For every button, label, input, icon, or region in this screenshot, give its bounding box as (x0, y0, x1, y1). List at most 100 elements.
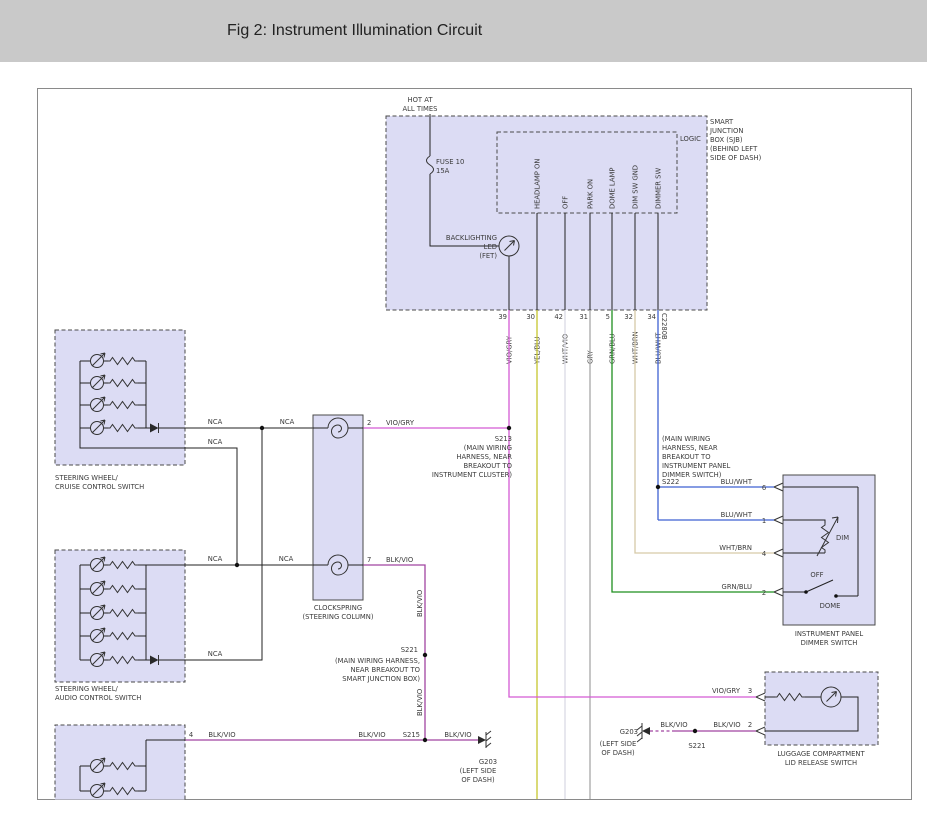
s221-note-line: NEAR BREAKOUT TO (351, 666, 420, 674)
figure-page: Fig 2: Instrument Illumination Circuit L… (0, 0, 927, 816)
logic-pin-label: DIMMER SW (655, 168, 663, 209)
s221-note-line: (MAIN WIRING HARNESS, (335, 657, 420, 665)
cruise-box (55, 330, 185, 465)
terminal-arrow-icon (774, 549, 783, 557)
logic-pin-label: DOME LAMP (609, 168, 617, 209)
nca-wires (185, 428, 313, 660)
sjb-name-line: SIDE OF DASH) (710, 154, 762, 162)
ground-note-line: OF DASH) (601, 749, 635, 757)
clockspring-pin-number: 2 (367, 419, 371, 427)
s221-label: S221 (688, 742, 705, 750)
wire-blk-vio (185, 565, 756, 740)
nca-label: NCA (280, 418, 295, 426)
wire-color-label: BLK/VIO (713, 721, 740, 729)
wire-color-label: BLU/WHT (721, 478, 753, 486)
audio-label-line: STEERING WHEEL/ (55, 685, 119, 693)
terminal-arrow-icon (774, 483, 783, 491)
wire-color-label: BLK/VIO (208, 731, 235, 739)
luggage-label-line: LID RELEASE SWITCH (785, 759, 857, 767)
blkvio-vertical-label: BLK/VIO (416, 689, 424, 716)
nca-label: NCA (208, 555, 223, 563)
wire-color-label: BLK/VIO (660, 721, 687, 729)
dome-label: DOME (820, 602, 841, 610)
instrument-panel-dimmer-switch: BLU/WHT 6 BLU/WHT 1 WHT/BRN 4 GRN/BLU 2 … (719, 475, 875, 647)
wire-color-label: WHT/BRN (719, 544, 752, 552)
sjb-pin-number: 31 (579, 313, 588, 321)
splice-dot (423, 738, 427, 742)
logic-pin-label: DIM SW GND (632, 165, 640, 209)
terminal-arrow-icon (774, 588, 783, 596)
dim-label: DIM (836, 534, 849, 542)
s213-note-line: INSTRUMENT CLUSTER) (432, 471, 512, 479)
fuse-label: FUSE 10 (436, 158, 464, 166)
splice-s213: S213 (MAIN WIRING HARNESS, NEAR BREAKOUT… (432, 426, 512, 479)
blkvio-vertical-label: BLK/VIO (416, 590, 424, 617)
sjb-pin-number: 42 (554, 313, 563, 321)
ground-label: G203 (620, 728, 638, 736)
splice-dot (423, 653, 427, 657)
s213-note-line: BREAKOUT TO (463, 462, 512, 470)
sjb-pin-number: 34 (647, 313, 656, 321)
wire-color-label: BLK/VIO (358, 731, 385, 739)
terminal-arrow-icon (756, 727, 765, 735)
s221-label: S221 (401, 646, 418, 654)
splice-dot (235, 563, 239, 567)
sjb-pin-number: 39 (498, 313, 507, 321)
ground-note-line: (LEFT SIDE (460, 767, 497, 775)
logic-pin-label: HEADLAMP ON (534, 159, 542, 209)
dimmer-label-line: DIMMER SWITCH (801, 639, 858, 647)
nca-label: NCA (279, 555, 294, 563)
s222-note-line: (MAIN WIRING (662, 435, 710, 443)
splice-dot (693, 729, 697, 733)
all-times-label: ALL TIMES (402, 105, 437, 113)
s213-label: S213 (495, 435, 512, 443)
dimmer-label-line: INSTRUMENT PANEL (795, 630, 864, 638)
pin-number: 2 (748, 721, 752, 729)
s221-note-line: SMART JUNCTION BOX) (342, 675, 420, 683)
lower-switch-box (55, 725, 185, 800)
smart-junction-box: LOGIC SMART JUNCTION BOX (SJB) (BEHIND L… (386, 96, 762, 365)
luggage-lid-release-switch: VIO/GRY 3 BLK/VIO 2 LUGGAGE COMPARTMENT … (712, 672, 878, 767)
ground-note-line: OF DASH) (461, 776, 495, 784)
logic-label: LOGIC (680, 135, 701, 143)
ground-icon (637, 723, 650, 742)
backlighting-label: BACKLIGHTING (446, 234, 497, 242)
sjb-pin-number: 32 (624, 313, 633, 321)
s215-label: S215 (403, 731, 420, 739)
pin-number: 6 (762, 484, 766, 492)
splice-dot (507, 426, 511, 430)
wire-blu-wht (658, 310, 774, 520)
sjb-pin-number: 30 (526, 313, 535, 321)
cruise-control-switch: STEERING WHEEL/ CRUISE CONTROL SWITCH (55, 330, 185, 491)
s222-label: S222 (662, 478, 679, 486)
wire-color-label: BLK/VIO (444, 731, 471, 739)
clockspring-label-line: CLOCKSPRING (314, 604, 362, 612)
sjb-name-line: JUNCTION (709, 127, 743, 135)
s222-note-line: BREAKOUT TO (662, 453, 711, 461)
wiring-diagram: LOGIC SMART JUNCTION BOX (SJB) (BEHIND L… (0, 0, 927, 816)
cruise-label-line: CRUISE CONTROL SWITCH (55, 483, 144, 491)
clockspring-wire-label: VIO/GRY (386, 419, 415, 427)
off-label: OFF (810, 571, 823, 579)
wire-color-label: BLU/WHT (721, 511, 753, 519)
pin-number: 4 (189, 731, 193, 739)
pin-number: 1 (762, 517, 766, 525)
pin-number: 3 (748, 687, 752, 695)
splice-dot (260, 426, 264, 430)
clockspring-pin-number: 7 (367, 556, 371, 564)
pin-number: 4 (762, 550, 766, 558)
sjb-name-line: (BEHIND LEFT (710, 145, 758, 153)
nca-label: NCA (208, 418, 223, 426)
ground-label: G203 (479, 758, 497, 766)
clockspring-label-line: (STEERING COLUMN) (302, 613, 373, 621)
clockspring-box (313, 415, 363, 600)
s213-note-line: (MAIN WIRING (464, 444, 512, 452)
s222-note-line: HARNESS, NEAR (662, 444, 718, 452)
luggage-box (765, 672, 878, 745)
nca-interconnect: NCA NCA NCA NCA NCA NCA (185, 418, 313, 660)
ground-note-line: (LEFT SIDE (600, 740, 637, 748)
audio-control-switch: STEERING WHEEL/ AUDIO CONTROL SWITCH (55, 550, 185, 702)
splice-s222: (MAIN WIRING HARNESS, NEAR BREAKOUT TO I… (656, 435, 731, 489)
audio-label-line: AUDIO CONTROL SWITCH (55, 694, 141, 702)
wire-vio-gry (363, 310, 756, 697)
